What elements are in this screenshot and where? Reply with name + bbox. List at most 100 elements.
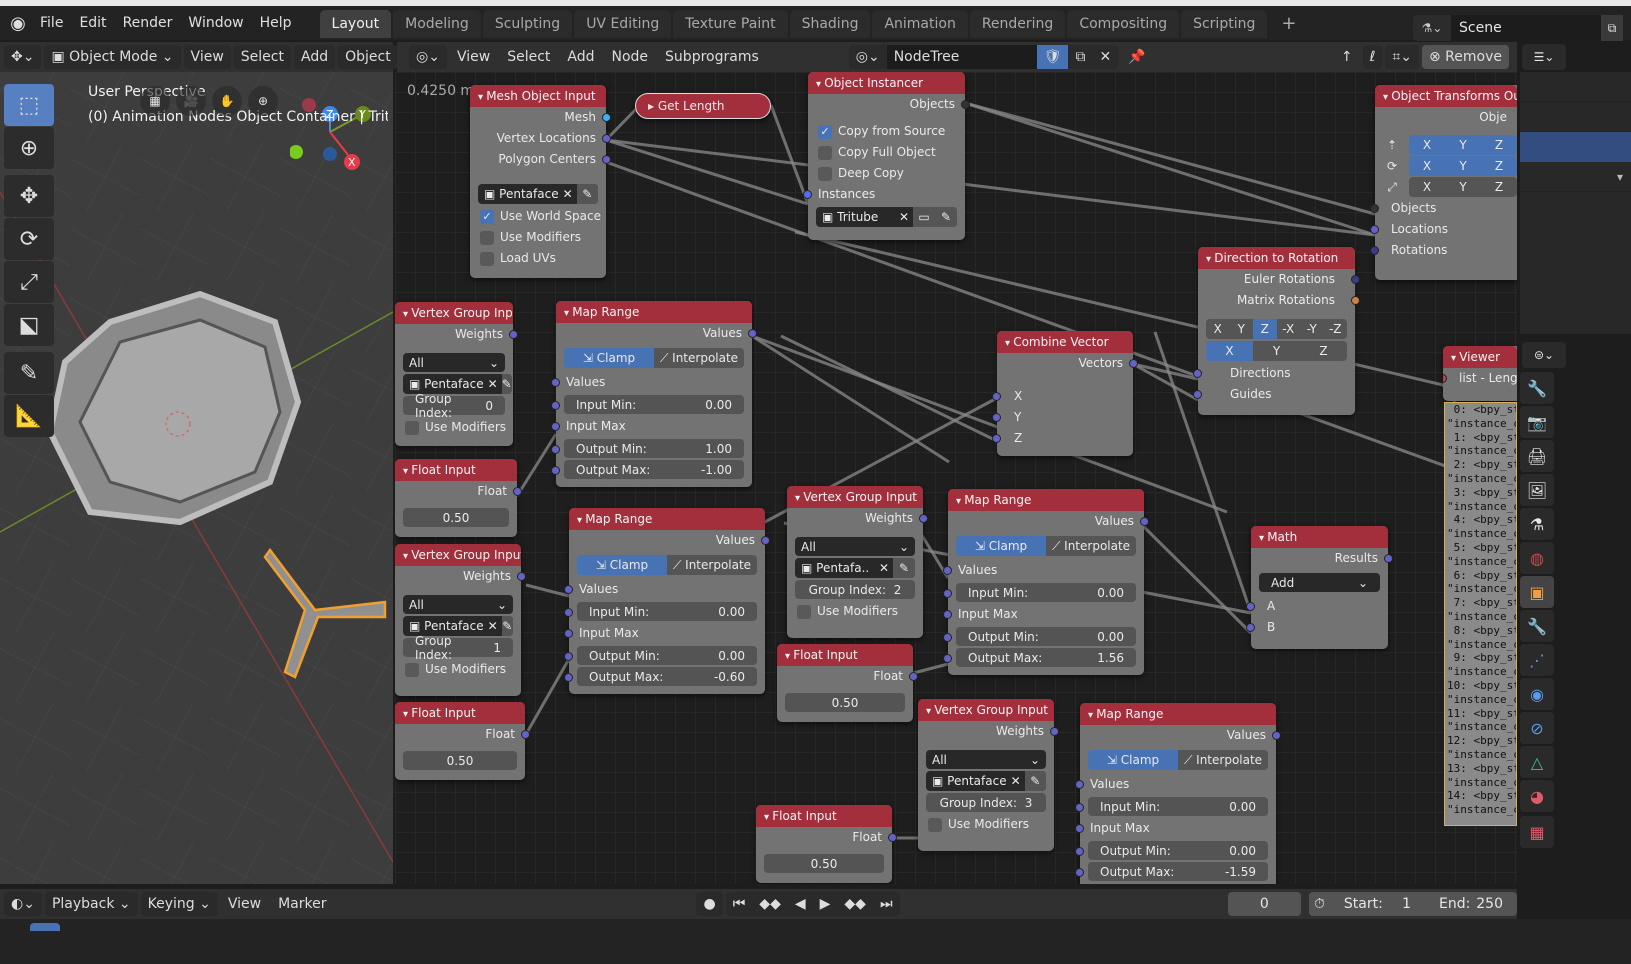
timeline-menu-view[interactable]: View xyxy=(221,892,268,916)
socket[interactable] xyxy=(564,585,573,594)
socket[interactable] xyxy=(551,401,560,410)
interpolate-button[interactable]: ⟋ Interpolate xyxy=(667,555,757,575)
tab-sculpting[interactable]: Sculpting xyxy=(482,10,573,38)
socket[interactable] xyxy=(909,672,918,681)
clamp-button[interactable]: ⇲ Clamp xyxy=(956,536,1046,556)
keying-dropdown[interactable]: Keying ⌄ xyxy=(140,892,218,916)
viewport-menu-view[interactable]: View xyxy=(183,45,231,69)
socket[interactable] xyxy=(602,134,611,143)
output-max-field[interactable]: Output Max: -1.59 xyxy=(1088,862,1268,881)
socket[interactable] xyxy=(602,155,611,164)
vertex-group-mode-dropdown[interactable]: All ⌄ xyxy=(926,750,1046,769)
input-min-field[interactable]: Input Min: 0.00 xyxy=(1088,797,1268,816)
node-title[interactable]: Math xyxy=(1251,526,1388,548)
snap-icon[interactable]: ℓ xyxy=(1362,45,1383,69)
socket[interactable] xyxy=(564,652,573,661)
socket[interactable] xyxy=(1246,623,1255,632)
copy-scene-icon[interactable]: ⧉ xyxy=(1601,15,1623,41)
node-title[interactable]: Map Range xyxy=(948,489,1144,511)
timeline-menu-marker[interactable]: Marker xyxy=(271,892,333,916)
current-frame-field[interactable]: 0 xyxy=(1227,892,1302,916)
socket[interactable] xyxy=(1075,847,1084,856)
deep-copy-checkbox[interactable]: Deep Copy xyxy=(808,163,965,184)
output-min-field[interactable]: Output Min: 0.00 xyxy=(1088,841,1268,860)
node-map-range[interactable]: Map Range Values ⇲ Clamp⟋ Interpolate Va… xyxy=(551,301,757,487)
outliner-row[interactable] xyxy=(1520,72,1631,102)
playback-dropdown[interactable]: Playback ⌄ xyxy=(44,892,138,916)
node-get-length-collapsed[interactable]: ▸ Get Length xyxy=(635,93,771,119)
node-title[interactable]: Float Input xyxy=(777,644,913,666)
tab-layout[interactable]: Layout xyxy=(319,10,392,38)
socket[interactable] xyxy=(513,487,522,496)
node-math[interactable]: Math Results Add⌄ A B xyxy=(1246,526,1393,649)
node-float-input[interactable]: Float Input Float 0.50 xyxy=(777,644,918,722)
output-properties-icon[interactable]: 🖨 xyxy=(1520,440,1554,472)
grid-view-icon[interactable]: ▦ xyxy=(140,86,170,116)
transform-tool-icon[interactable]: ⬕ xyxy=(4,304,54,346)
output-min-field[interactable]: Output Min: 0.00 xyxy=(577,646,757,665)
socket[interactable] xyxy=(1351,275,1360,284)
tritube-mesh[interactable] xyxy=(263,547,387,679)
socket[interactable] xyxy=(943,610,952,619)
socket[interactable] xyxy=(517,572,526,581)
copy-full-object-checkbox[interactable]: Copy Full Object xyxy=(808,142,965,163)
socket[interactable] xyxy=(992,434,1001,443)
socket[interactable] xyxy=(1384,554,1393,563)
node-float-input[interactable]: Float Input Float 0.50 xyxy=(395,459,522,537)
duplicate-tree-icon[interactable]: ⧉ xyxy=(1068,45,1093,69)
node-title[interactable]: Combine Vector xyxy=(997,331,1133,353)
node-title[interactable]: Float Input xyxy=(756,805,892,827)
node-title[interactable]: Float Input xyxy=(395,702,525,724)
node-direction-to-rotation[interactable]: Direction to Rotation Euler Rotations Ma… xyxy=(1193,247,1360,415)
menu-render[interactable]: Render xyxy=(115,6,181,40)
input-min-field[interactable]: Input Min: 0.00 xyxy=(956,583,1136,602)
parent-tree-icon[interactable]: ↑ xyxy=(1334,45,1360,69)
node-map-range[interactable]: Map Range Values ⇲ Clamp⟋ Interpolate Va… xyxy=(943,489,1149,675)
texture-properties-icon[interactable]: ▦ xyxy=(1520,816,1554,848)
socket[interactable] xyxy=(1050,727,1059,736)
eyedropper-icon[interactable]: ✎ xyxy=(935,207,957,227)
node-map-range[interactable]: Map Range Values ⇲ Clamp⟋ Interpolate Va… xyxy=(564,508,770,694)
measure-tool-icon[interactable]: 📐 xyxy=(4,395,54,437)
socket[interactable] xyxy=(1075,803,1084,812)
camera-icon[interactable]: 🎥 xyxy=(176,86,206,116)
play-icon[interactable]: ▶ xyxy=(812,892,838,916)
outliner-row[interactable] xyxy=(1520,102,1631,132)
node-title[interactable]: Map Range xyxy=(1080,703,1276,725)
constraints-icon[interactable]: ⊘ xyxy=(1520,712,1554,744)
group-index-field[interactable]: Group Index: 1 xyxy=(403,634,513,662)
node-title[interactable]: Vertex Group Input xyxy=(918,699,1054,721)
cursor-tool-icon[interactable]: ⊕ xyxy=(4,127,54,169)
data-properties-icon[interactable]: △ xyxy=(1520,746,1554,778)
modifier-properties-icon[interactable]: 🔧 xyxy=(1520,610,1554,642)
outliner[interactable]: ▾ xyxy=(1520,72,1631,334)
node-object-transforms-output[interactable]: Object Transforms Output Obje ⇡XYZ ⟳XYZ … xyxy=(1370,85,1517,280)
fake-user-shield-icon[interactable]: 🛡 xyxy=(1036,45,1069,69)
socket[interactable] xyxy=(564,629,573,638)
node-title[interactable]: Map Range xyxy=(556,301,752,323)
editor-type-button[interactable]: ✥⌄ xyxy=(4,45,42,69)
scene-icon[interactable]: ⚗⌄ xyxy=(1413,15,1451,41)
clear-icon[interactable]: ✕ xyxy=(895,210,913,224)
output-min-field[interactable]: Output Min: 0.00 xyxy=(956,627,1136,646)
node-menu-subprograms[interactable]: Subprograms xyxy=(658,45,766,69)
jump-end-icon[interactable]: ⏭ xyxy=(872,892,900,916)
node-tree-name-field[interactable]: NodeTree xyxy=(886,45,1037,69)
tool-properties-icon[interactable]: 🔧 xyxy=(1520,372,1554,404)
stopwatch-icon[interactable]: ⏱ xyxy=(1309,892,1330,916)
input-min-field[interactable]: Input Min: 0.00 xyxy=(564,395,744,414)
socket[interactable] xyxy=(943,589,952,598)
node-title[interactable]: Object Transforms Output xyxy=(1375,85,1517,107)
socket[interactable] xyxy=(992,392,1001,401)
physics-icon[interactable]: ◉ xyxy=(1520,678,1554,710)
float-value-field[interactable]: 0.50 xyxy=(403,508,509,527)
object-picker[interactable]: ▣ Pentaface ✕ ✎ xyxy=(926,771,1046,791)
clear-icon[interactable]: ✕ xyxy=(875,561,893,575)
socket[interactable] xyxy=(961,100,970,109)
socket[interactable] xyxy=(1272,731,1281,740)
material-properties-icon[interactable]: ◕ xyxy=(1520,780,1554,812)
snap-mode-icon[interactable]: ⌗⌄ xyxy=(1385,45,1419,69)
node-title[interactable]: Mesh Object Input xyxy=(470,85,606,107)
menu-window[interactable]: Window xyxy=(180,6,251,40)
node-mesh-object-input[interactable]: Mesh Object Input Mesh Vertex Locations … xyxy=(470,85,611,278)
